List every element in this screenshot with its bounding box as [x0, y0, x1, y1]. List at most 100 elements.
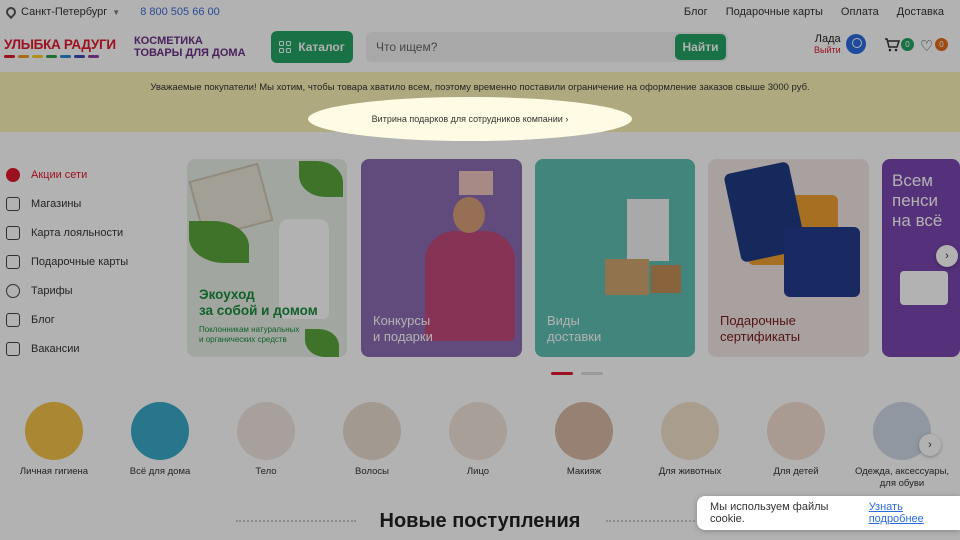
sidebar-item-blog[interactable]: Блог	[6, 305, 128, 334]
top-link-payment[interactable]: Оплата	[841, 6, 879, 18]
sidebar-item-loyalty-card[interactable]: Карта лояльности	[6, 218, 128, 247]
book-icon	[6, 312, 20, 327]
leaf-image	[305, 329, 339, 357]
banner-next-chevron-icon[interactable]: ›	[936, 245, 958, 267]
card-image	[900, 271, 948, 305]
cookie-more-link[interactable]: Узнать подробнее	[869, 501, 960, 525]
category-makeup[interactable]: Макияж	[534, 402, 634, 478]
category-image	[555, 402, 613, 460]
category-image	[661, 402, 719, 460]
woman-head-image	[453, 197, 485, 233]
banner-title: Конкурсы и подарки	[373, 313, 433, 345]
top-link-delivery[interactable]: Доставка	[897, 6, 944, 18]
category-home[interactable]: Всё для дома	[110, 402, 210, 478]
category-image	[25, 402, 83, 460]
cart-icon[interactable]	[884, 37, 900, 53]
location-pin-icon	[3, 4, 19, 20]
leaf-image	[299, 161, 343, 197]
banner-gift-certificates[interactable]: Подарочные сертификаты	[708, 159, 869, 357]
sidebar-item-label: Блог	[31, 313, 55, 326]
phone-link[interactable]: 8 800 505 66 00	[140, 6, 220, 18]
category-face[interactable]: Лицо	[428, 402, 528, 478]
logout-link[interactable]: Выйти	[814, 45, 841, 55]
sidebar-menu: Акции сети Магазины Карта лояльности Под…	[6, 160, 128, 363]
basket-icon	[6, 196, 20, 211]
banner-title: Подарочные сертификаты	[720, 313, 800, 345]
favorites-heart-icon[interactable]: ♡	[920, 37, 933, 55]
box-image	[651, 265, 681, 293]
banner-title-line: Всем	[892, 171, 933, 190]
banner-title-line: Подарочные	[720, 313, 796, 328]
category-label: Одежда, аксессуары, для обуви	[852, 466, 952, 490]
carousel-dot[interactable]	[581, 372, 603, 375]
category-label: Тело	[255, 466, 277, 477]
logo-subtitle-line-1: КОСМЕТИКА	[134, 35, 203, 47]
cart-count-badge: 0	[901, 38, 914, 51]
category-label: Личная гигиена	[19, 466, 89, 477]
category-label: Для животных	[658, 466, 722, 477]
header: УЛЫБКА РАДУГИ КОСМЕТИКА ТОВАРЫ ДЛЯ ДОМА …	[0, 24, 960, 70]
user-menu[interactable]: Лада Выйти	[814, 33, 866, 55]
banner-delivery[interactable]: Виды доставки	[535, 159, 695, 357]
category-pets[interactable]: Для животных	[640, 402, 740, 478]
logo-stripes	[4, 54, 128, 58]
logo[interactable]: УЛЫБКА РАДУГИ	[4, 37, 128, 58]
banner-title: Виды доставки	[547, 313, 601, 345]
category-hair[interactable]: Волосы	[322, 402, 422, 478]
cookie-text: Мы используем файлы cookie.	[710, 501, 829, 525]
user-avatar-icon[interactable]	[845, 34, 866, 54]
chevron-down-icon: ▼	[112, 7, 121, 17]
top-bar: Санкт-Петербург ▼ 8 800 505 66 00 Блог П…	[0, 0, 960, 24]
banner-eco-care[interactable]: Экоуход за собой и домом Поклонникам нат…	[187, 159, 347, 357]
sidebar-item-tariffs[interactable]: Тарифы	[6, 276, 128, 305]
category-label: Лицо	[466, 466, 490, 477]
category-label: Всё для дома	[129, 466, 191, 477]
carousel-dot[interactable]	[551, 372, 573, 375]
search-input[interactable]	[376, 32, 666, 62]
sidebar-item-label: Вакансии	[31, 342, 80, 355]
gift-showcase-highlight[interactable]: Витрина подарков для сотрудников компани…	[308, 97, 632, 141]
top-link-blog[interactable]: Блог	[684, 6, 708, 18]
gift-card-image	[784, 227, 860, 297]
search-bar: Найти	[366, 32, 728, 62]
cookie-banner: Мы используем файлы cookie. Узнать подро…	[697, 496, 960, 530]
banner-title-line: и подарки	[373, 329, 433, 344]
banner-subtitle: Поклонникам натуральных и органических с…	[199, 325, 299, 345]
category-hygiene[interactable]: Личная гигиена	[4, 402, 104, 478]
search-button[interactable]: Найти	[675, 34, 726, 60]
banner-title-line: на всё	[892, 211, 943, 230]
sidebar-item-vacancies[interactable]: Вакансии	[6, 334, 128, 363]
sidebar-item-promotions[interactable]: Акции сети	[6, 160, 128, 189]
gift-icon	[6, 254, 20, 269]
sidebar-item-stores[interactable]: Магазины	[6, 189, 128, 218]
category-body[interactable]: Тело	[216, 402, 316, 478]
sidebar-item-label: Акции сети	[31, 168, 88, 181]
gift-box-image	[459, 171, 493, 195]
carousel-dots	[551, 372, 603, 375]
catalog-label: Каталог	[298, 40, 345, 54]
tariff-icon	[6, 283, 20, 298]
banner-contests[interactable]: Конкурсы и подарки	[361, 159, 522, 357]
banner-subtitle-line: и органических средств	[199, 335, 287, 344]
category-kids[interactable]: Для детей	[746, 402, 846, 478]
catalog-button[interactable]: Каталог	[271, 31, 353, 63]
category-image	[131, 402, 189, 460]
city-selector[interactable]: Санкт-Петербург ▼	[3, 4, 121, 20]
banner-title-line: сертификаты	[720, 329, 801, 344]
category-image	[767, 402, 825, 460]
category-image	[237, 402, 295, 460]
sidebar-item-label: Магазины	[31, 197, 82, 210]
category-label-line: Одежда, аксессуары,	[854, 466, 950, 477]
category-label: Макияж	[566, 466, 602, 477]
banner-title-line: Конкурсы	[373, 313, 431, 328]
favorites-count-badge: 0	[935, 38, 948, 51]
sidebar-item-gift-cards[interactable]: Подарочные карты	[6, 247, 128, 276]
woman-image	[425, 231, 515, 341]
user-text: Лада Выйти	[814, 33, 841, 55]
banner-title-line: Экоуход	[199, 287, 255, 302]
top-link-gift-cards[interactable]: Подарочные карты	[726, 6, 823, 18]
top-links: Блог Подарочные карты Оплата Доставка	[684, 6, 944, 18]
gift-showcase-highlight-label: Витрина подарков для сотрудников компани…	[371, 114, 563, 124]
categories-next-chevron-icon[interactable]: ›	[919, 434, 941, 456]
logo-text: УЛЫБКА РАДУГИ	[4, 36, 116, 52]
